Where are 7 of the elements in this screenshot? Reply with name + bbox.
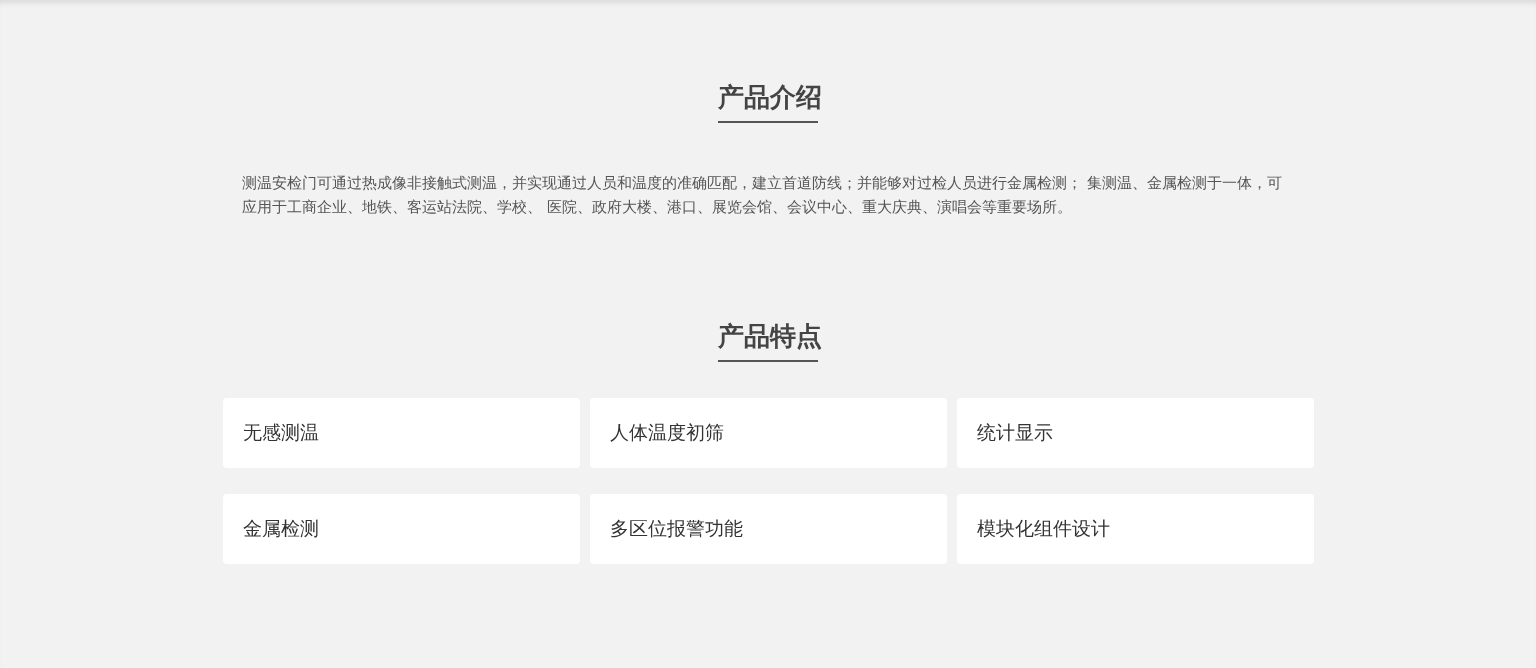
feature-card: 无感测温 [222,398,580,468]
feature-card: 人体温度初筛 [589,398,947,468]
feature-card: 多区位报警功能 [589,494,947,564]
feature-card: 金属检测 [222,494,580,564]
feature-card: 统计显示 [956,398,1314,468]
intro-paragraph: 测温安检门可通过热成像非接触式测温，并实现通过人员和温度的准确匹配，建立首道防线；并能够对过检人员进行金属检测； 集测温、金属检测于一体，可应用于工商企业、地铁、客运站法院、学校、 医院、政府大楼、港口、展览会馆、会议中心、重大庆典、演唱会等重要场所。 [242,174,1283,217]
feature-card: 模块化组件设计 [956,494,1314,564]
